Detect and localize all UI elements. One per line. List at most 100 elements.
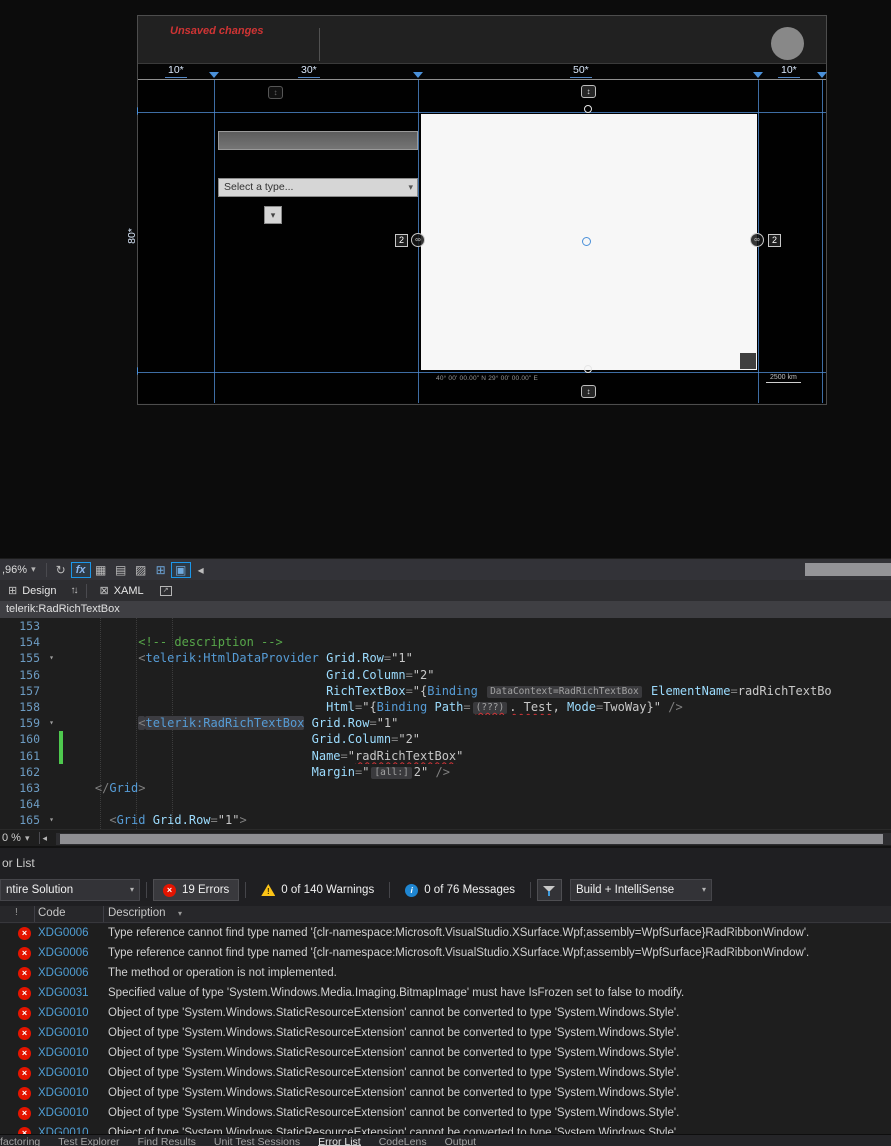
horizontal-scrollbar-thumb[interactable] (60, 834, 883, 844)
tool-window-tab[interactable]: Unit Test Sessions (214, 1136, 300, 1146)
error-code[interactable]: XDG0010 (38, 1027, 89, 1039)
code-text[interactable]: Margin=" [all:] 2" /> (66, 764, 891, 780)
tab-design[interactable]: ⊞ Design (0, 580, 64, 601)
design-artboard[interactable]: ↕ Select a type... ▾ ▾ ↕ ↕ 2 ∞ ∞ 2 40° 0… (138, 79, 826, 403)
column-marker-icon[interactable] (753, 72, 763, 78)
tool-window-tab[interactable]: CodeLens (379, 1136, 427, 1146)
error-code[interactable]: XDG0010 (38, 1127, 89, 1134)
error-code[interactable]: XDG0010 (38, 1107, 89, 1119)
collapse-panel-icon[interactable]: ◂ (191, 563, 211, 577)
errors-filter-button[interactable]: × 19 Errors (153, 879, 240, 901)
error-row[interactable]: × XDG0010 Object of type 'System.Windows.S… (0, 1024, 891, 1044)
bottom-anchor-icon[interactable]: ↕ (581, 385, 596, 398)
error-row[interactable]: × XDG0010 Object of type 'System.Windows.S… (0, 1124, 891, 1134)
code-line[interactable]: 154 <!-- description --> (0, 634, 891, 650)
column-marker-icon[interactable] (209, 72, 219, 78)
popout-pane-icon[interactable]: ↗ (159, 585, 172, 596)
code-line[interactable]: 165 ▾ <Grid Grid.Row="1"> (0, 812, 891, 828)
code-text[interactable]: Name="radRichTextBox" (66, 748, 891, 764)
severity-column-icon[interactable]: ! (15, 907, 18, 918)
margin-right-badge[interactable]: 2 (768, 234, 781, 247)
code-line[interactable]: 155 ▾ <telerik:HtmlDataProvider Grid.Row="… (0, 650, 891, 666)
error-row[interactable]: × XDG0010 Object of type 'System.Windows.S… (0, 1104, 891, 1124)
refresh-icon[interactable]: ↻ (51, 563, 71, 577)
code-line[interactable]: 153 (0, 618, 891, 634)
design-canvas[interactable]: Unsaved changes 10* 30* 50* 10* ↕ Select… (137, 15, 827, 405)
code-line[interactable]: 163 </Grid> (0, 780, 891, 796)
zoom-combobox[interactable]: ,96% ▾ (0, 564, 42, 576)
filter-button[interactable] (536, 879, 562, 901)
error-code[interactable]: XDG0006 (38, 927, 89, 939)
code-text[interactable]: Html="{Binding Path= (???). Test, Mode=Tw… (66, 699, 891, 715)
code-line[interactable]: 162 Margin=" [all:] 2" /> (0, 764, 891, 780)
designed-combobox[interactable]: Select a type... ▾ (218, 178, 418, 197)
horizontal-scrollbar-thumb[interactable] (805, 563, 891, 576)
element-breadcrumb[interactable]: telerik:RadRichTextBox (0, 601, 891, 618)
breadcrumb-path[interactable]: telerik:RadRichTextBox (6, 603, 120, 615)
error-row[interactable]: × XDG0006 Type reference cannot find type … (0, 944, 891, 964)
column-width-label[interactable]: 50* (570, 64, 592, 78)
column-anchor-icon[interactable]: ↕ (268, 86, 283, 99)
code-line[interactable]: 156 Grid.Column="2" (0, 667, 891, 683)
code-text[interactable]: Grid.Column="2" (66, 731, 891, 747)
code-line[interactable]: 157 RichTextBox="{Binding DataContext=Rad… (0, 683, 891, 699)
tool-window-tab[interactable]: Test Explorer (58, 1136, 119, 1146)
code-line[interactable]: 158 Html="{Binding Path= (???). Test, Mode… (0, 699, 891, 715)
snapshot-icon[interactable]: ▨ (131, 563, 151, 577)
error-row[interactable]: × XDG0010 Object of type 'System.Windows.S… (0, 1084, 891, 1104)
top-resize-handle[interactable] (584, 105, 592, 113)
description-column-header[interactable]: Description (108, 907, 166, 919)
code-text[interactable]: <telerik:RadRichTextBox Grid.Row="1" (66, 715, 891, 731)
code-text[interactable] (66, 618, 891, 634)
messages-filter-button[interactable]: i 0 of 76 Messages (396, 879, 524, 901)
tool-window-tab[interactable]: Output (445, 1136, 477, 1146)
error-row[interactable]: × XDG0010 Object of type 'System.Windows.S… (0, 1064, 891, 1084)
tool-window-tab[interactable]: Error List (318, 1136, 361, 1146)
error-row[interactable]: × XDG0031 Specified value of type 'System.… (0, 984, 891, 1004)
error-row[interactable]: × XDG0010 Object of type 'System.Windows.S… (0, 1004, 891, 1024)
designed-textbox[interactable] (218, 131, 418, 150)
swap-panes-icon[interactable]: ↑↓ (64, 585, 82, 596)
code-line[interactable]: 164 (0, 796, 891, 812)
column-marker-icon[interactable] (817, 72, 827, 78)
error-code[interactable]: XDG0031 (38, 987, 89, 999)
bottom-resize-handle[interactable] (584, 365, 592, 373)
tool-window-tab[interactable]: factoring (0, 1136, 40, 1146)
code-text[interactable]: <Grid Grid.Row="1"> (66, 812, 891, 828)
warnings-filter-button[interactable]: ! 0 of 140 Warnings (252, 879, 383, 901)
tool-window-tab[interactable]: Find Results (138, 1136, 196, 1146)
error-code[interactable]: XDG0006 (38, 967, 89, 979)
gridlines-icon[interactable]: ▤ (111, 563, 131, 577)
column-width-label[interactable]: 10* (165, 64, 187, 78)
code-column-header[interactable]: Code (38, 907, 66, 919)
scope-dropdown[interactable]: ntire Solution ▾ (0, 879, 140, 901)
resize-grip[interactable] (740, 353, 756, 369)
column-width-label[interactable]: 30* (298, 64, 320, 78)
fold-chevron-icon[interactable]: ▾ (44, 650, 59, 666)
save-button[interactable] (771, 27, 804, 60)
code-line[interactable]: 161 Name="radRichTextBox" (0, 747, 891, 764)
margin-link-icon[interactable]: ∞ (750, 233, 764, 247)
error-row[interactable]: × XDG0006 Type reference cannot find type … (0, 924, 891, 944)
snap-grid-icon[interactable]: ▦ (91, 563, 111, 577)
code-text[interactable]: Grid.Column="2" (66, 667, 891, 683)
code-text[interactable]: RichTextBox="{Binding DataContext=RadRic… (66, 683, 891, 699)
error-code[interactable]: XDG0010 (38, 1007, 89, 1019)
error-row[interactable]: × XDG0006 The method or operation is not i… (0, 964, 891, 984)
error-code[interactable]: XDG0010 (38, 1067, 89, 1079)
fold-chevron-icon[interactable]: ▾ (44, 812, 59, 828)
error-code[interactable]: XDG0010 (38, 1087, 89, 1099)
column-marker-icon[interactable] (413, 72, 423, 78)
center-handle[interactable] (582, 237, 591, 246)
code-text[interactable]: <telerik:HtmlDataProvider Grid.Row="1" (66, 650, 891, 666)
top-anchor-icon[interactable]: ↕ (581, 85, 596, 98)
editor-zoom-combobox[interactable]: 0 % ▾ (0, 832, 36, 844)
artboard-bg-icon[interactable]: ▣ (170, 561, 191, 578)
designed-dropdown-button[interactable]: ▾ (264, 206, 282, 224)
code-line[interactable]: 159 ▾ <telerik:RadRichTextBox Grid.Row="1" (0, 715, 891, 731)
error-code[interactable]: XDG0010 (38, 1047, 89, 1059)
code-line[interactable]: 160 Grid.Column="2" (0, 731, 891, 748)
margin-left-badge[interactable]: 2 (395, 234, 408, 247)
xaml-code-editor[interactable]: 153 154 <!-- description --> 155 ▾ <telerik:H… (0, 618, 891, 829)
margin-link-icon[interactable]: ∞ (411, 233, 425, 247)
